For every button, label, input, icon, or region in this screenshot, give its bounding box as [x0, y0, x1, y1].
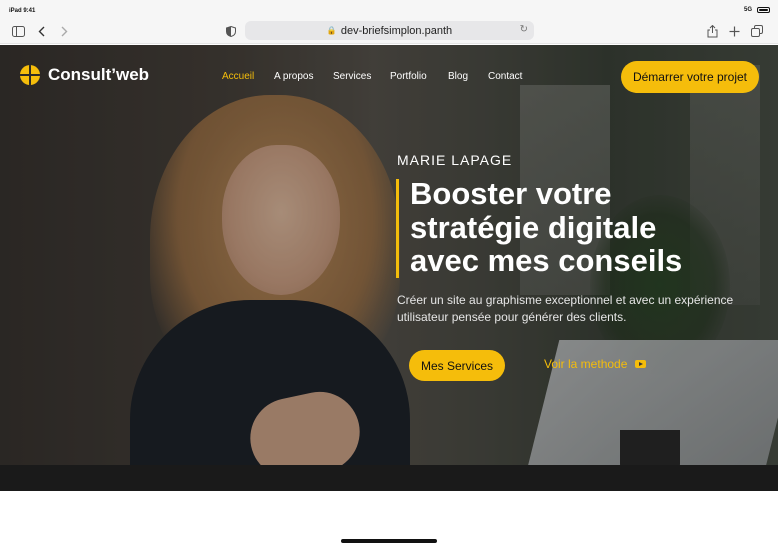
lock-icon: 🔒 [326, 26, 337, 35]
battery-icon [757, 7, 770, 13]
hero-title-line: Booster votre [410, 176, 612, 211]
reload-icon[interactable]: ↻ [520, 24, 528, 35]
url-text: dev-briefsimplon.panth [340, 24, 453, 37]
brand-name: Consult’web [48, 65, 150, 84]
nav-item-a-propos[interactable]: A propos [274, 71, 333, 82]
signal-label: 5G [743, 7, 752, 13]
title-accent-bar [396, 179, 399, 278]
status-indicators: 5G [744, 7, 770, 13]
main-nav: Accueil A propos Services Portfolio Blog… [222, 71, 536, 82]
hero-subtitle: Créer un site au graphisme exceptionnel … [397, 292, 737, 326]
share-icon[interactable] [707, 22, 718, 40]
play-video-icon [635, 360, 647, 368]
back-icon[interactable] [38, 22, 46, 40]
watch-method-link[interactable]: Voir la methode [544, 357, 647, 371]
status-time: iPad 9:41 [9, 8, 36, 14]
services-button[interactable]: Mes Services [409, 350, 505, 381]
nav-item-services[interactable]: Services [333, 71, 390, 82]
nav-item-blog[interactable]: Blog [448, 71, 488, 82]
site-logo[interactable]: Consult’web [20, 65, 149, 85]
watch-method-label: Voir la methode [544, 357, 628, 371]
hero-title-line: stratégie digitale [410, 209, 657, 245]
hero-section: Consult’web Accueil A propos Services Po… [0, 45, 778, 491]
ios-status-bar: iPad 9:41 5G [0, 0, 778, 18]
home-indicator [341, 539, 437, 543]
nav-item-accueil[interactable]: Accueil [222, 71, 274, 82]
forward-icon[interactable] [60, 22, 68, 40]
sidebar-toggle-icon[interactable] [12, 22, 25, 40]
hero-title: Booster votre stratégie digitale avec me… [410, 177, 750, 278]
privacy-shield-icon[interactable] [226, 22, 236, 40]
start-project-button[interactable]: Démarrer votre projet [621, 61, 759, 93]
hero-subtitle-line: utilisateur pensée pour générer des clie… [397, 310, 627, 324]
globe-icon [20, 65, 40, 85]
tabs-overview-icon[interactable] [751, 22, 763, 40]
hero-subtitle-line: Créer un site au graphisme exceptionnel … [397, 293, 734, 307]
hero-eyebrow: MARIE LAPAGE [397, 152, 513, 168]
hero-title-line: avec mes conseils [410, 243, 683, 278]
nav-item-portfolio[interactable]: Portfolio [390, 71, 448, 82]
browser-toolbar: 🔒 dev-briefsimplon.panth ↻ [0, 18, 778, 44]
new-tab-icon[interactable] [729, 22, 740, 40]
address-bar[interactable]: 🔒 dev-briefsimplon.panth ↻ [245, 21, 534, 40]
nav-item-contact[interactable]: Contact [488, 71, 536, 82]
